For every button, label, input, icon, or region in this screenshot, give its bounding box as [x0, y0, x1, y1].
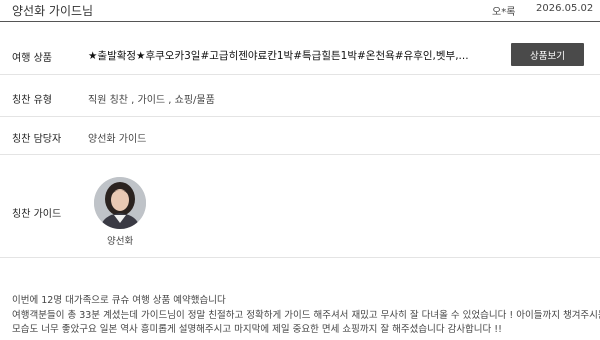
review-title: 양선화 가이드님: [12, 4, 94, 18]
praise-type-value: 직원 칭찬 , 가이드 , 쇼핑/물품: [88, 95, 215, 106]
praise-staff-row: 칭찬 담당자 양선화 가이드: [0, 117, 600, 155]
product-row: 여행 상품 ★출발확정★후쿠오카3일#고급히젠야료칸1박#특급힐튼1박#온천욕#…: [0, 35, 600, 75]
view-product-button[interactable]: 상품보기: [511, 43, 584, 66]
review-line: 여행객분들이 총 33분 계셨는데 가이드님이 정말 친절하고 정확하게 가이드…: [12, 309, 600, 321]
praise-type-row: 칭찬 유형 직원 칭찬 , 가이드 , 쇼핑/물품: [0, 75, 600, 117]
praise-type-label: 칭찬 유형: [12, 95, 52, 106]
product-value: ★출발확정★후쿠오카3일#고급히젠야료칸1박#특급힐튼1박#온천욕#유후인,벳부…: [88, 50, 469, 62]
review-author: 오*록: [492, 7, 516, 18]
praise-guide-label: 칭찬 가이드: [12, 209, 62, 220]
praise-staff-value: 양선화 가이드: [88, 134, 147, 145]
review-body: 이번에 12명 대가족으로 큐슈 여행 상품 예약했습니다 여행객분들이 총 3…: [12, 294, 600, 338]
guide-name: 양선화: [107, 236, 134, 247]
review-line: 이번에 12명 대가족으로 큐슈 여행 상품 예약했습니다: [12, 295, 226, 306]
review-date: 2026.05.02: [536, 3, 594, 14]
praise-guide-row: 칭찬 가이드: [0, 155, 600, 258]
praise-staff-label: 칭찬 담당자: [12, 134, 62, 145]
product-label: 여행 상품: [12, 53, 52, 64]
review-header: 양선화 가이드님 오*록 2026.05.02: [0, 0, 600, 22]
guide-avatar: [94, 177, 146, 229]
guide-photo-icon: [94, 177, 146, 229]
review-line: 모습도 너무 좋았구요 일본 역사 흥미롭게 설명해주시고 마지막에 제일 중요…: [12, 324, 502, 335]
